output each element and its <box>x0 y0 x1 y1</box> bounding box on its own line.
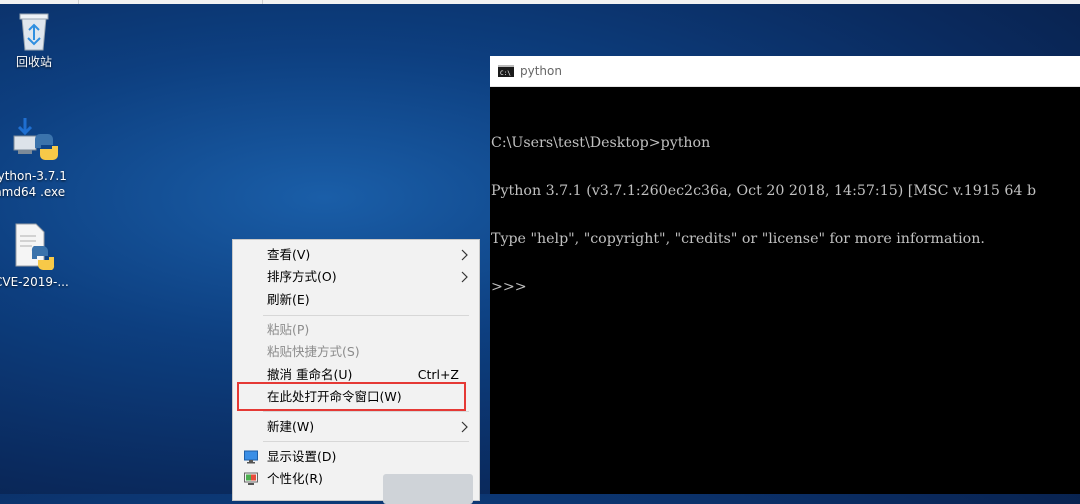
python-file-icon <box>15 223 55 270</box>
menu-item-display-settings[interactable]: 显示设置(D) <box>233 446 479 468</box>
menu-separator <box>263 411 469 412</box>
menu-item-refresh[interactable]: 刷新(E) <box>233 289 479 311</box>
partial-tile <box>383 474 473 504</box>
recycle-bin-icon <box>19 13 49 51</box>
top-strip <box>0 0 1080 4</box>
display-settings-icon <box>244 450 258 464</box>
highlight-box <box>237 382 466 411</box>
menu-item-label: 查看(V) <box>267 247 311 262</box>
console-line: C:\Users\test\Desktop>python <box>491 135 711 151</box>
console-output[interactable]: C:\Users\test\Desktop>python Python 3.7.… <box>490 103 1080 327</box>
desktop-icon-label: CVE-2019-... <box>0 275 69 289</box>
desktop-icon-label-line1: python-3.7.1 <box>0 169 67 183</box>
chevron-right-icon <box>461 421 468 433</box>
menu-item-paste: 粘贴(P) <box>233 319 479 341</box>
svg-text:C:\: C:\ <box>500 70 511 77</box>
console-titlebar[interactable]: C:\ python <box>490 56 1080 87</box>
python-installer-icon <box>13 118 58 160</box>
console-line: Type "help", "copyright", "credits" or "… <box>491 231 985 247</box>
desktop-icon-label: 回收站 <box>15 55 52 69</box>
console-window[interactable]: C:\ python C:\Users\test\Desktop>python … <box>490 56 1080 494</box>
menu-separator <box>263 441 469 442</box>
menu-item-label: 新建(W) <box>267 419 315 434</box>
console-line: Python 3.7.1 (v3.7.1:260ec2c36a, Oct 20 … <box>491 183 1037 199</box>
menu-item-label: 粘贴(P) <box>267 322 310 337</box>
context-menu: 查看(V) 排序方式(O) 刷新(E) 粘贴(P) 粘贴快捷方式(S) 撤消 重… <box>232 239 480 501</box>
console-app-icon: C:\ <box>498 65 514 77</box>
menu-item-view[interactable]: 查看(V) <box>233 244 479 266</box>
desktop-icon-python-installer[interactable]: python-3.7.1 -amd64 .exe <box>0 114 74 200</box>
menu-item-label: 排序方式(O) <box>267 269 337 284</box>
console-prompt: >>> <box>491 279 527 295</box>
menu-item-label: 粘贴快捷方式(S) <box>267 344 360 359</box>
menu-item-label: 显示设置(D) <box>267 449 337 464</box>
strip-divider <box>78 0 79 4</box>
menu-item-label: 个性化(R) <box>267 471 323 486</box>
menu-separator <box>263 315 469 316</box>
strip-divider <box>262 0 263 4</box>
menu-item-label: 刷新(E) <box>267 292 310 307</box>
desktop-icon-cve-file[interactable]: CVE-2019-... <box>0 222 78 290</box>
chevron-right-icon <box>461 271 468 283</box>
chevron-right-icon <box>461 249 468 261</box>
menu-item-new[interactable]: 新建(W) <box>233 416 479 438</box>
menu-item-sort[interactable]: 排序方式(O) <box>233 266 479 288</box>
desktop-icon-recycle-bin[interactable]: 回收站 <box>0 8 79 70</box>
desktop-icon-label-line2: -amd64 .exe <box>0 185 66 199</box>
console-title: python <box>520 64 562 78</box>
personalize-icon <box>244 472 258 485</box>
menu-item-paste-shortcut: 粘贴快捷方式(S) <box>233 341 479 363</box>
